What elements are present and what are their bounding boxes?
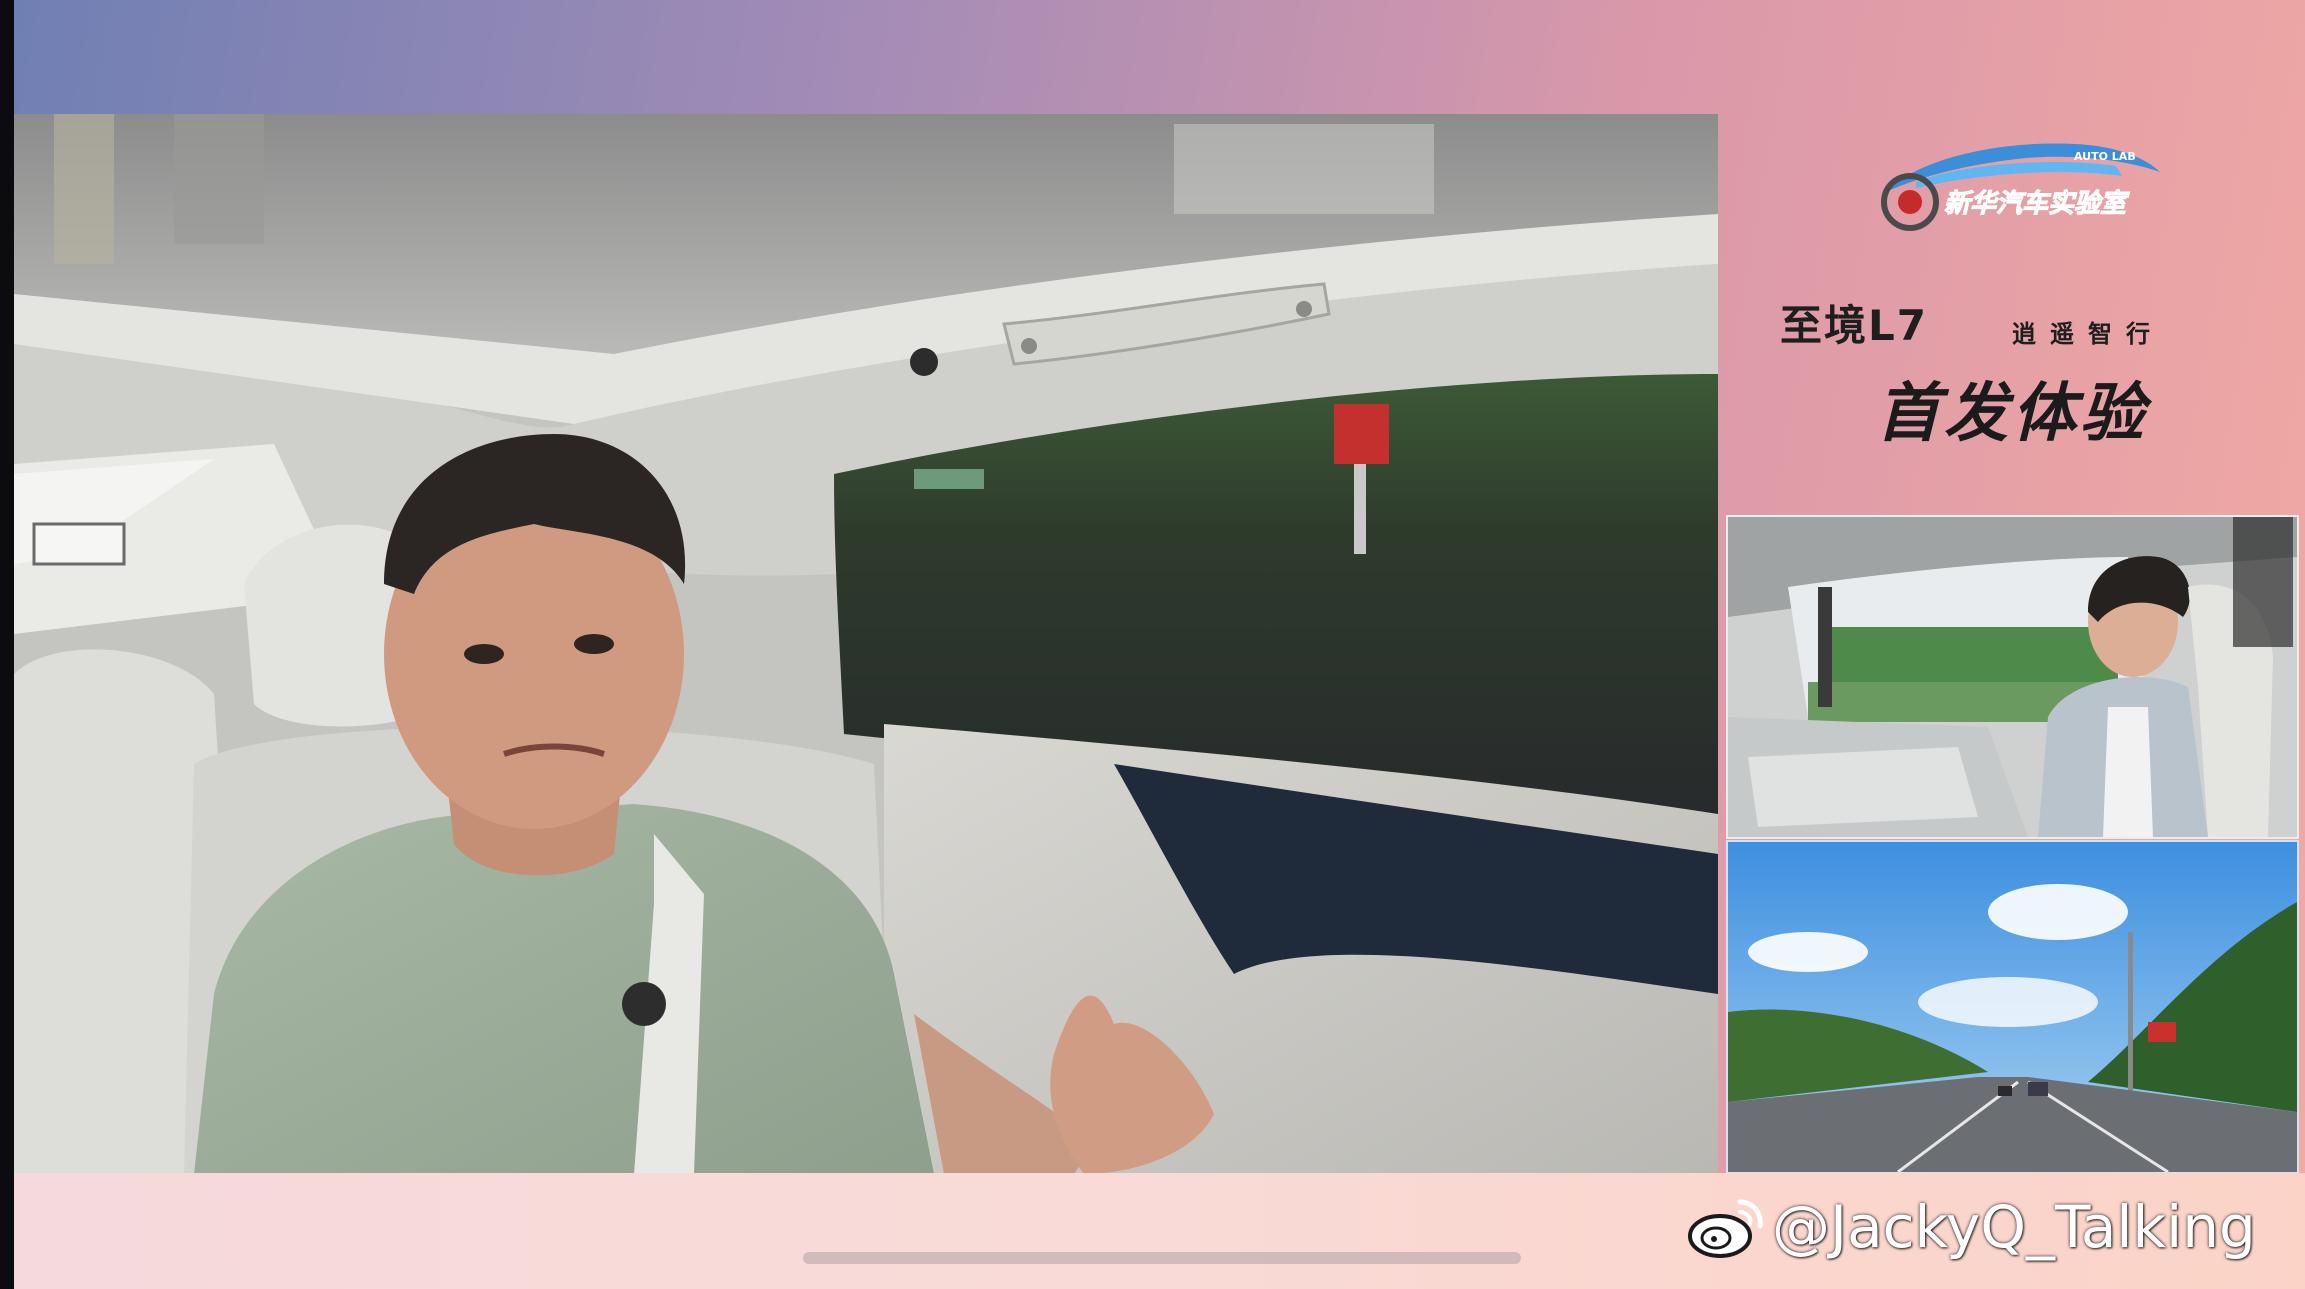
- main-video-feed[interactable]: [14, 114, 1718, 1174]
- screen-edge: [0, 0, 14, 1289]
- home-indicator[interactable]: [803, 1252, 1521, 1264]
- weibo-watermark: @JackyQ_Talking: [1686, 1192, 2256, 1262]
- road-camera-feed[interactable]: [1726, 840, 2299, 1174]
- headline: 首发体验: [1876, 377, 2148, 451]
- program-title: 至境L7 逍遥智行: [1780, 292, 2200, 352]
- driver-camera-feed[interactable]: [1726, 515, 2299, 839]
- rear-cabin-scene: [14, 114, 1718, 1174]
- watermark-handle: @JackyQ_Talking: [1772, 1193, 2256, 1261]
- auto-lab-logo: AUTO LAB 新华汽车实验室: [1876, 130, 2166, 234]
- weibo-icon: [1688, 1199, 1763, 1258]
- logo-label: 新华汽车实验室: [1944, 189, 2130, 219]
- driver-cabin-scene: [1728, 517, 2297, 837]
- road-scene: [1728, 842, 2297, 1172]
- slogan: 逍遥智行: [2012, 320, 2164, 348]
- logo-sublabel: AUTO LAB: [2074, 150, 2136, 163]
- model-name: 至境L7: [1780, 301, 1928, 350]
